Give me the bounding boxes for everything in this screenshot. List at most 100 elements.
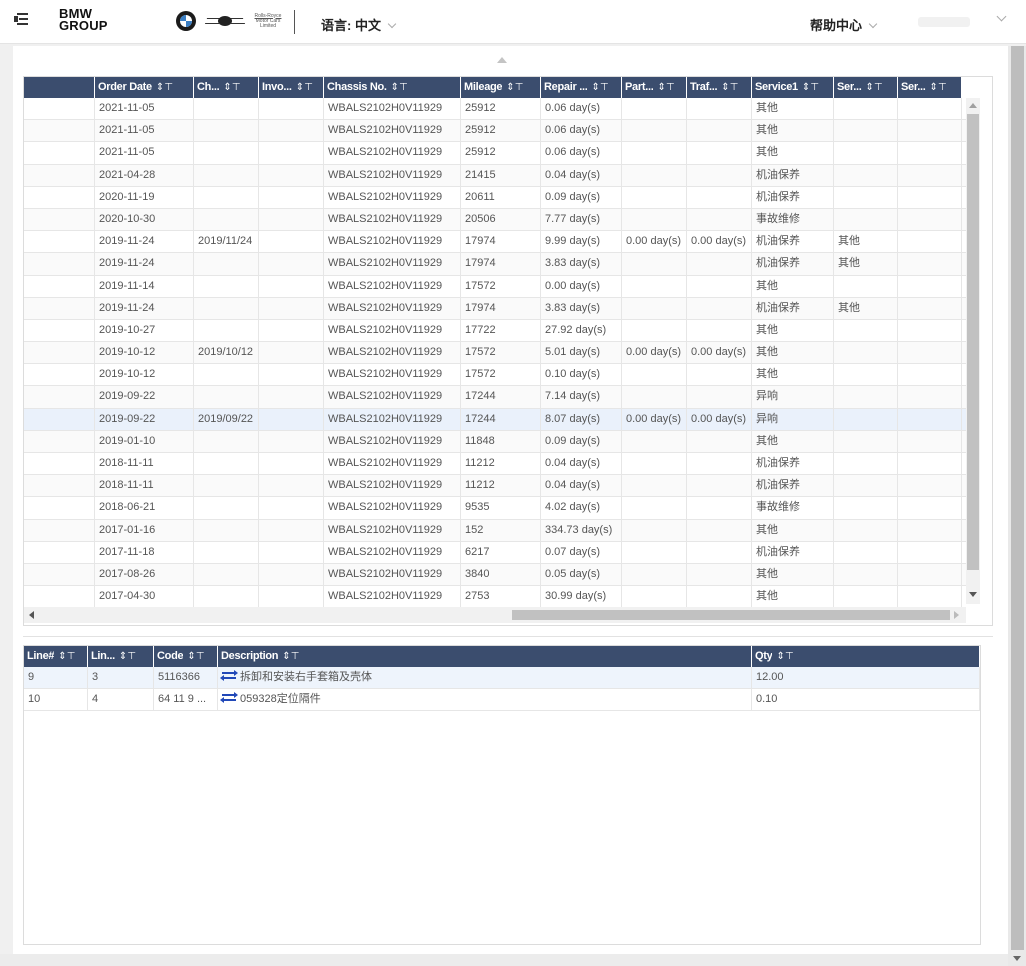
scroll-down-icon[interactable] (969, 592, 977, 597)
column-header[interactable]: Service1 ⇕⊤ (752, 77, 834, 98)
swap-arrows-icon[interactable] (220, 670, 238, 681)
table-row[interactable]: 2020-11-19 WBALS2102H0V11929 20611 0.09 day… (24, 186, 966, 209)
table-row[interactable]: 2019-01-10 WBALS2102H0V11929 11848 0.09 day… (24, 430, 966, 453)
scroll-up-icon[interactable] (969, 103, 977, 108)
table-row[interactable]: 2017-04-30 WBALS2102H0V11929 2753 30.99 day… (24, 586, 966, 609)
sort-filter-icon[interactable]: ⇕⊤ (156, 77, 173, 98)
table-cell (259, 275, 324, 297)
column-header[interactable]: Invo... ⇕⊤ (259, 77, 324, 98)
table-row[interactable]: 9 3 5116366 拆卸和安装右手套箱及壳体 12.00 (24, 667, 980, 689)
table-row[interactable]: 2020-10-30 WBALS2102H0V11929 20506 7.77 day… (24, 208, 966, 232)
table-row[interactable]: 2019-11-14 WBALS2102H0V11929 17572 0.00 day… (24, 275, 966, 298)
table-cell (898, 98, 962, 120)
sort-filter-icon[interactable]: ⇕⊤ (119, 646, 136, 667)
sort-filter-icon[interactable]: ⇕⊤ (223, 77, 240, 98)
table-row[interactable]: 2019-11-24 WBALS2102H0V11929 17974 3.83 day… (24, 253, 966, 276)
table-row[interactable]: 2021-04-28 WBALS2102H0V11929 21415 0.04 day… (24, 164, 966, 187)
column-header[interactable]: Part... ⇕⊤ (622, 77, 687, 98)
table-row[interactable]: 2019-09-22 WBALS2102H0V11929 17244 7.14 day… (24, 386, 966, 409)
table-cell: 其他 (752, 142, 834, 164)
table-cell (834, 164, 898, 186)
column-header[interactable]: Traf... ⇕⊤ (687, 77, 752, 98)
help-center-menu[interactable]: 帮助中心 (810, 15, 878, 34)
sort-filter-icon[interactable]: ⇕⊤ (282, 646, 299, 667)
orders-horizontal-scrollbar[interactable] (24, 607, 966, 623)
table-cell: 0.05 day(s) (541, 563, 622, 586)
table-cell (898, 586, 962, 608)
description-text: 拆卸和安装右手套箱及壳体 (240, 671, 372, 683)
table-row[interactable]: 2021-11-05 WBALS2102H0V11929 25912 0.06 day… (24, 98, 966, 121)
sort-filter-icon[interactable]: ⇕⊤ (721, 77, 738, 98)
table-row[interactable]: 2021-11-05 WBALS2102H0V11929 25912 0.06 day… (24, 120, 966, 143)
table-cell: WBALS2102H0V11929 (324, 120, 461, 142)
column-header[interactable]: Description ⇕⊤ (218, 646, 752, 667)
table-row[interactable]: 2019-10-27 WBALS2102H0V11929 17722 27.92 da… (24, 319, 966, 343)
scroll-left-icon[interactable] (29, 611, 34, 619)
table-cell: 334.73 day(s) (541, 519, 622, 541)
column-header[interactable]: Repair ... ⇕⊤ (541, 77, 622, 98)
sort-filter-icon[interactable]: ⇕⊤ (802, 77, 819, 98)
table-row[interactable]: 2021-11-05 WBALS2102H0V11929 25912 0.06 day… (24, 142, 966, 165)
column-header[interactable]: Qty ⇕⊤ (752, 646, 980, 667)
sort-filter-icon[interactable]: ⇕⊤ (866, 77, 883, 98)
swap-arrows-icon[interactable] (220, 692, 238, 703)
user-menu[interactable] (918, 17, 970, 27)
table-row[interactable]: 2019-11-24 WBALS2102H0V11929 17974 3.83 day… (24, 297, 966, 320)
table-cell: 2018-06-21 (95, 497, 194, 519)
sort-filter-icon[interactable]: ⇕⊤ (657, 77, 674, 98)
column-header[interactable]: Order Date ⇕⊤ (95, 77, 194, 98)
table-cell: WBALS2102H0V11929 (324, 475, 461, 497)
scroll-down-icon[interactable] (1013, 956, 1021, 961)
table-cell (898, 231, 962, 253)
table-cell (898, 208, 962, 231)
column-header[interactable]: Lin... ⇕⊤ (88, 646, 154, 667)
scroll-thumb[interactable] (512, 610, 950, 620)
sort-filter-icon[interactable]: ⇕⊤ (506, 77, 523, 98)
column-header[interactable]: Ch... ⇕⊤ (194, 77, 259, 98)
menu-toggle-icon[interactable] (14, 12, 28, 26)
top-header: BMW GROUP Rolls-Royce Motor Cars Limited… (0, 0, 1026, 44)
table-row[interactable]: 2018-11-11 WBALS2102H0V11929 11212 0.04 day… (24, 453, 966, 476)
sort-filter-icon[interactable]: ⇕⊤ (591, 77, 608, 98)
column-header[interactable]: Mileage ⇕⊤ (461, 77, 541, 98)
collapse-up-icon[interactable] (497, 57, 507, 63)
rolls-royce-logo: Rolls-Royce Motor Cars Limited (254, 12, 282, 29)
sort-filter-icon[interactable]: ⇕⊤ (391, 77, 408, 98)
table-row[interactable]: 2017-08-26 WBALS2102H0V11929 3840 0.05 day(… (24, 563, 966, 587)
orders-vertical-scrollbar[interactable] (966, 98, 980, 604)
column-header[interactable]: Chassis No. ⇕⊤ (324, 77, 461, 98)
table-row[interactable]: 2017-11-18 WBALS2102H0V11929 6217 0.07 day(… (24, 541, 966, 564)
table-row[interactable]: 2017-01-16 WBALS2102H0V11929 152 334.73 day… (24, 519, 966, 542)
sort-filter-icon[interactable]: ⇕⊤ (930, 77, 947, 98)
sort-filter-icon[interactable]: ⇕⊤ (58, 646, 75, 667)
table-row[interactable]: 2019-10-12 2019/10/12 WBALS2102H0V11929 175… (24, 342, 966, 365)
column-header[interactable] (24, 77, 95, 98)
sort-filter-icon[interactable]: ⇕⊤ (776, 646, 793, 667)
scroll-right-icon[interactable] (954, 611, 959, 619)
column-header[interactable]: Code ⇕⊤ (154, 646, 218, 667)
table-row[interactable]: 2019-11-24 2019/11/24 WBALS2102H0V11929 179… (24, 231, 966, 254)
table-row[interactable]: 2019-09-22 2019/09/22 WBALS2102H0V11929 172… (24, 408, 966, 431)
column-header[interactable]: Ser... ⇕⊤ (834, 77, 898, 98)
user-chevron-down-icon[interactable] (996, 11, 1007, 22)
table-cell (194, 364, 259, 386)
table-cell: 11212 (461, 475, 541, 497)
language-selector[interactable]: 语言: 中文 (321, 15, 397, 34)
table-row[interactable]: 2019-10-12 WBALS2102H0V11929 17572 0.10 day… (24, 364, 966, 387)
table-cell: 5.01 day(s) (541, 342, 622, 364)
table-cell: 0.00 day(s) (622, 231, 687, 253)
table-cell: 0.04 day(s) (541, 475, 622, 497)
table-cell (834, 208, 898, 231)
column-header[interactable]: Line# ⇕⊤ (24, 646, 88, 667)
table-cell (687, 586, 752, 608)
scroll-thumb[interactable] (1011, 46, 1024, 950)
page-scrollbar[interactable] (1008, 46, 1026, 966)
sort-filter-icon[interactable]: ⇕⊤ (296, 77, 313, 98)
table-row[interactable]: 10 4 64 11 9 ... 059328定位隔件 0.10 (24, 689, 980, 711)
scroll-thumb[interactable] (967, 114, 979, 570)
sort-filter-icon[interactable]: ⇕⊤ (187, 646, 204, 667)
table-row[interactable]: 2018-06-21 WBALS2102H0V11929 9535 4.02 day(… (24, 497, 966, 520)
table-row[interactable]: 2018-11-11 WBALS2102H0V11929 11212 0.04 day… (24, 475, 966, 498)
column-header[interactable]: Ser... ⇕⊤ (898, 77, 962, 98)
table-cell: 其他 (752, 319, 834, 342)
